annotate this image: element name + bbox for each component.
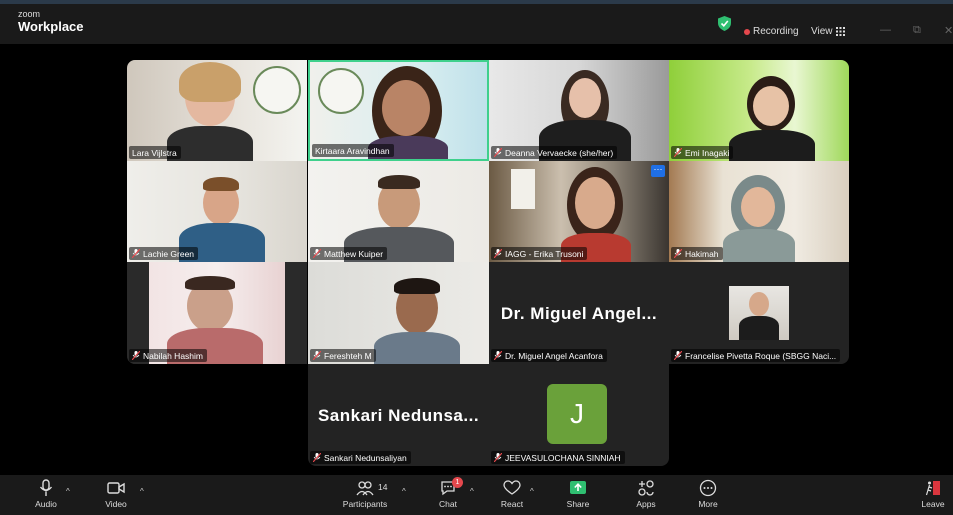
- participants-icon: [356, 481, 374, 496]
- video-options-caret[interactable]: ^: [140, 487, 144, 496]
- participants-button[interactable]: 14 Participants: [336, 479, 394, 509]
- react-options-caret[interactable]: ^: [530, 487, 534, 496]
- participant-display-name: Dr. Miguel Angel...: [500, 304, 658, 323]
- more-label: More: [698, 499, 718, 509]
- video-tile[interactable]: Lachie Green: [127, 161, 307, 262]
- participant-name-tag: Emi Inagaki: [671, 146, 734, 159]
- participant-name-tag: Fereshteh M: [310, 349, 376, 362]
- video-tile[interactable]: Fereshteh M: [308, 262, 489, 364]
- leave-label: Leave: [921, 499, 945, 509]
- grid-icon[interactable]: [836, 27, 845, 36]
- zoom-workplace-logo: zoom Workplace: [18, 9, 84, 34]
- participant-name-tag: Sankari Nedunsaliyan: [310, 451, 411, 464]
- video-tile[interactable]: Emi Inagaki: [669, 60, 849, 161]
- chat-options-caret[interactable]: ^: [470, 487, 474, 496]
- minimize-button[interactable]: —: [880, 24, 891, 36]
- chat-unread-badge: 1: [452, 477, 463, 488]
- meeting-toolbar: Audio ^ Video ^ 14 Participants ^ 1 Chat…: [0, 475, 953, 515]
- audio-button[interactable]: Audio: [30, 479, 62, 509]
- more-options-button[interactable]: ···: [651, 165, 665, 177]
- apps-button[interactable]: Apps: [630, 479, 662, 509]
- microphone-muted-icon: [132, 351, 140, 360]
- participants-options-caret[interactable]: ^: [402, 487, 406, 496]
- microphone-muted-icon: [494, 148, 502, 157]
- participant-name-tag: Nabilah Hashim: [129, 349, 207, 362]
- chat-label: Chat: [439, 499, 457, 509]
- video-tile[interactable]: Deanna Vervaecke (she/her): [489, 60, 669, 161]
- close-button[interactable]: ✕: [944, 24, 953, 37]
- video-tile[interactable]: Hakimah: [669, 161, 849, 262]
- microphone-muted-icon: [494, 351, 502, 360]
- participant-name-tag: Francelise Pivetta Roque (SBGG Naci...: [671, 349, 841, 362]
- profile-picture: [729, 286, 789, 340]
- microphone-muted-icon: [674, 351, 682, 360]
- video-gallery: Lara Vijlstra Kirtaara Aravindhan Deanna…: [0, 44, 953, 475]
- apps-label: Apps: [636, 499, 656, 509]
- video-off-tile[interactable]: Dr. Miguel Angel... Dr. Miguel Angel Aca…: [489, 262, 669, 364]
- restore-button[interactable]: ⧉: [913, 24, 921, 37]
- microphone-icon: [39, 479, 53, 496]
- microphone-muted-icon: [674, 148, 682, 157]
- video-tile[interactable]: Nabilah Hashim: [127, 262, 307, 364]
- video-button[interactable]: Video: [100, 479, 132, 509]
- microphone-muted-icon: [494, 453, 502, 462]
- audio-label: Audio: [35, 499, 57, 509]
- participant-name-tag: Lara Vijlstra: [129, 146, 181, 159]
- participant-name-tag: Hakimah: [671, 247, 723, 260]
- video-label: Video: [105, 499, 127, 509]
- participant-name-tag: Matthew Kuiper: [310, 247, 388, 260]
- video-tile-active-speaker[interactable]: Kirtaara Aravindhan: [308, 60, 489, 161]
- microphone-muted-icon: [313, 453, 321, 462]
- shield-icon[interactable]: [718, 16, 731, 31]
- title-bar: zoom Workplace Recording View — ⧉ ✕: [0, 0, 953, 44]
- participant-name-tag: IAGG - Erika Trusoni: [491, 247, 588, 260]
- microphone-muted-icon: [313, 249, 321, 258]
- participant-count: 14: [378, 482, 388, 492]
- video-tile[interactable]: ··· IAGG - Erika Trusoni: [489, 161, 669, 262]
- recording-label[interactable]: Recording: [753, 26, 799, 37]
- avatar: J: [547, 384, 607, 444]
- more-button[interactable]: More: [692, 479, 724, 509]
- recording-dot-icon: [744, 29, 750, 35]
- participant-display-name: Sankari Nedunsa...: [317, 406, 480, 425]
- microphone-muted-icon: [494, 249, 502, 258]
- participants-label: Participants: [342, 499, 388, 509]
- participant-name-tag: JEEVASULOCHANA SINNIAH: [491, 451, 625, 464]
- audio-options-caret[interactable]: ^: [66, 487, 70, 496]
- participant-name-tag: Dr. Miguel Angel Acanfora: [491, 349, 607, 362]
- video-tile[interactable]: Matthew Kuiper: [308, 161, 489, 262]
- more-icon: [699, 479, 717, 497]
- video-off-tile[interactable]: Francelise Pivetta Roque (SBGG Naci...: [669, 262, 849, 364]
- participant-name-tag: Deanna Vervaecke (she/her): [491, 146, 618, 159]
- logo-emblem-icon: [253, 66, 301, 114]
- brand-small: zoom: [18, 9, 41, 19]
- leave-door-icon: [925, 481, 940, 496]
- react-label: React: [500, 499, 524, 509]
- microphone-muted-icon: [313, 351, 321, 360]
- video-tile[interactable]: Lara Vijlstra: [127, 60, 307, 161]
- microphone-muted-icon: [674, 249, 682, 258]
- apps-icon: [638, 480, 654, 496]
- participant-name-tag: Lachie Green: [129, 247, 199, 260]
- share-screen-icon: [570, 481, 586, 494]
- video-off-tile[interactable]: J JEEVASULOCHANA SINNIAH: [489, 364, 669, 466]
- share-button[interactable]: Share: [562, 479, 594, 509]
- react-button[interactable]: React: [496, 479, 528, 509]
- view-button[interactable]: View: [811, 26, 833, 37]
- chat-button[interactable]: 1 Chat: [432, 477, 464, 509]
- microphone-muted-icon: [132, 249, 140, 258]
- video-off-tile[interactable]: Sankari Nedunsa... Sankari Nedunsaliyan: [308, 364, 489, 466]
- brand-big: Workplace: [18, 19, 84, 34]
- share-label: Share: [566, 499, 590, 509]
- heart-icon: [503, 480, 521, 495]
- video-camera-icon: [107, 482, 125, 494]
- leave-button[interactable]: Leave: [918, 479, 948, 509]
- logo-emblem-icon: [318, 68, 364, 114]
- participant-name-tag: Kirtaara Aravindhan: [312, 144, 394, 157]
